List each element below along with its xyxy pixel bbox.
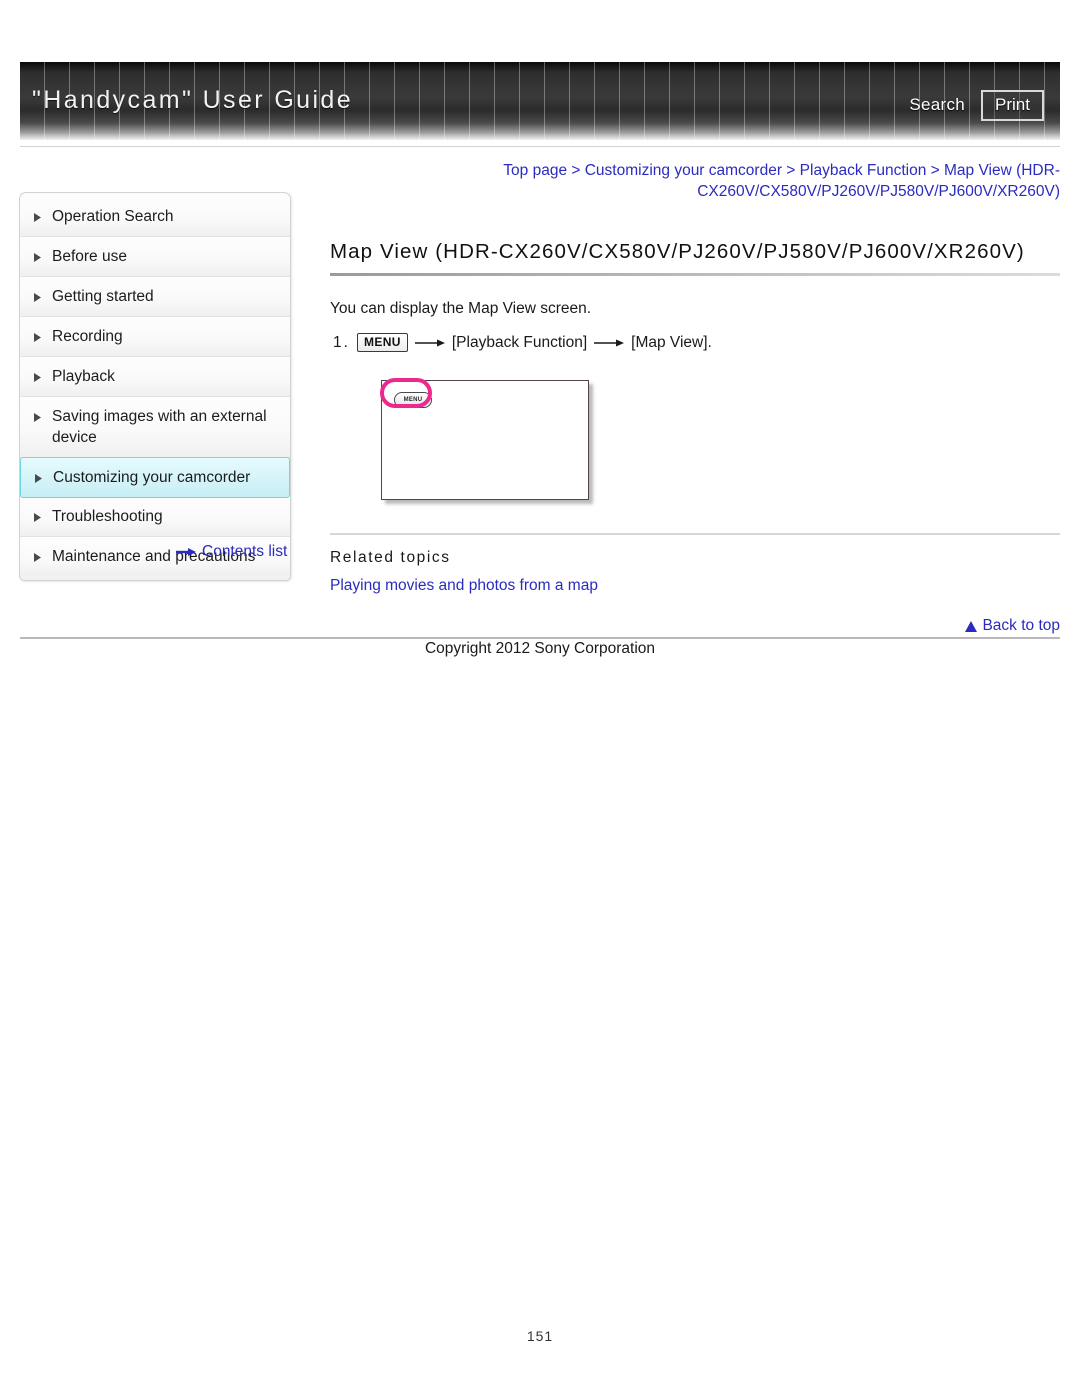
breadcrumb-item-current: Map View (HDR-: [944, 162, 1060, 179]
triangle-up-icon: [965, 620, 978, 632]
header-actions: Search Print: [909, 90, 1044, 121]
arrow-right-icon: [176, 547, 196, 557]
caret-right-icon: [34, 553, 47, 562]
back-to-top-link[interactable]: Back to top: [965, 617, 1060, 635]
intro-paragraph: You can display the Map View screen.: [330, 300, 592, 317]
print-button[interactable]: Print: [981, 90, 1044, 121]
caret-right-icon: [34, 513, 47, 522]
caret-right-icon: [34, 293, 47, 302]
sidebar-item-customizing-your-camcorder[interactable]: Customizing your camcorder: [20, 457, 290, 498]
step-target-1: [Playback Function]: [451, 333, 588, 351]
site-header: "Handycam" User Guide Search Print: [20, 62, 1060, 140]
copyright-text: Copyright 2012 Sony Corporation: [424, 640, 656, 657]
breadcrumb-item-customizing[interactable]: Customizing your camcorder: [585, 162, 782, 179]
sidebar-item-label: Playback: [52, 368, 115, 385]
breadcrumb: Top page > Customizing your camcorder > …: [330, 160, 1060, 202]
search-link[interactable]: Search: [909, 95, 965, 115]
contents-list-label: Contents list: [202, 543, 288, 560]
caret-right-icon: [35, 474, 48, 483]
sidebar-item-label: Operation Search: [52, 208, 174, 225]
sidebar-item-troubleshooting[interactable]: Troubleshooting: [20, 497, 290, 537]
related-topic-link-1[interactable]: Playing movies and photos from a map: [330, 577, 1060, 595]
main-content: Map View (HDR-CX260V/CX580V/PJ260V/PJ580…: [330, 240, 1060, 595]
sidebar-item-label: Getting started: [52, 288, 154, 305]
sidebar-item-getting-started[interactable]: Getting started: [20, 277, 290, 317]
related-topics-divider: [330, 533, 1060, 535]
sidebar-item-saving-images[interactable]: Saving images with an external device: [20, 397, 290, 458]
camcorder-screen-illustration: MENU: [375, 374, 591, 504]
breadcrumb-item-top-page[interactable]: Top page: [503, 162, 567, 179]
arrow-right-icon: [414, 338, 445, 348]
page-number: 151: [526, 1328, 554, 1344]
step-target-2: [Map View].: [631, 333, 712, 351]
sidebar-nav: Operation Search Before use Getting star…: [19, 192, 291, 581]
breadcrumb-separator: >: [926, 162, 944, 179]
breadcrumb-separator: >: [567, 162, 585, 179]
sidebar-item-recording[interactable]: Recording: [20, 317, 290, 357]
sidebar-item-label: Before use: [52, 248, 127, 265]
site-title: "Handycam" User Guide: [32, 86, 354, 114]
sidebar-item-label: Customizing your camcorder: [53, 469, 251, 486]
sidebar-item-label: Saving images with an external device: [52, 408, 267, 446]
sidebar-item-operation-search[interactable]: Operation Search: [20, 197, 290, 237]
caret-right-icon: [34, 213, 47, 222]
sidebar-item-playback[interactable]: Playback: [20, 357, 290, 397]
breadcrumb-item-playback-function[interactable]: Playback Function: [800, 162, 927, 179]
breadcrumb-item-current-cont: CX260V/CX580V/PJ260V/PJ580V/PJ600V/XR260…: [697, 183, 1060, 200]
menu-button-chip: MENU: [356, 333, 408, 352]
related-topics-heading: Related topics: [330, 549, 451, 566]
caret-right-icon: [34, 333, 47, 342]
page-title: Map View (HDR-CX260V/CX580V/PJ260V/PJ580…: [330, 240, 1025, 263]
caret-right-icon: [34, 253, 47, 262]
sidebar-item-before-use[interactable]: Before use: [20, 237, 290, 277]
sidebar-item-label: Recording: [52, 328, 123, 345]
title-divider: [330, 273, 1060, 276]
breadcrumb-separator: >: [782, 162, 800, 179]
header-divider: [20, 146, 1060, 147]
caret-right-icon: [34, 413, 47, 422]
caret-right-icon: [34, 373, 47, 382]
step-row-1: 1. MENU [Playback Function] [Map View].: [333, 333, 1060, 352]
arrow-right-icon: [594, 338, 625, 348]
step-number: 1.: [333, 333, 350, 351]
sidebar-item-label: Troubleshooting: [52, 508, 163, 525]
highlight-ring-annotation: [380, 378, 432, 408]
contents-list-link[interactable]: Contents list: [176, 543, 287, 561]
back-to-top-label: Back to top: [982, 617, 1060, 634]
footer-divider: [20, 637, 1060, 639]
